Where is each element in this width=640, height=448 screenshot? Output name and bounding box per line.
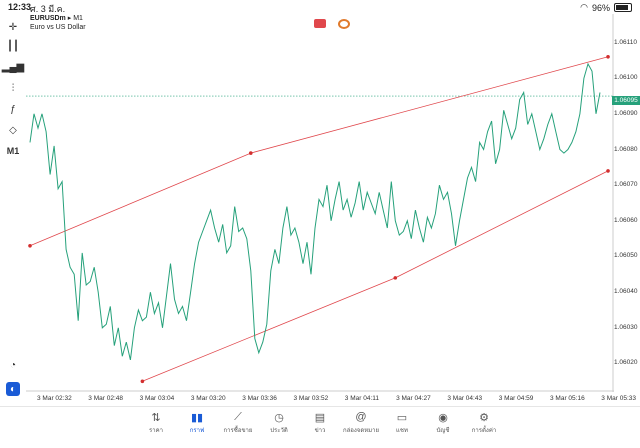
channel-anchor-point[interactable] [393,276,398,280]
tab-trade[interactable]: ⟋ การซื้อขาย [218,409,258,435]
broker-logo-icon[interactable]: ◐ [6,382,20,396]
account-icon: ◉ [438,411,448,424]
time-axis-label: 3 Mar 04:27 [396,395,431,402]
time-axis-label: 3 Mar 02:48 [88,395,123,402]
time-axis-label: 3 Mar 04:43 [447,395,483,402]
price-axis-label: 1.06020 [614,359,638,367]
tab-label: ประวัติ [270,428,288,434]
objects-icon[interactable]: ⫶ [6,81,20,95]
price-axis-label: 1.06060 [614,216,638,224]
tab-label: บัญชี [436,428,450,434]
time-axis-label: 3 Mar 04:59 [498,395,534,402]
price-axis-label: 1.06100 [614,74,638,82]
tab-history[interactable]: ◷ ประวัติ [259,409,299,435]
price-axis-label: 1.06090 [614,109,638,117]
price-chart[interactable] [26,14,614,392]
wifi-icon: ◠ [580,2,588,12]
tab-label: กราฟ [189,428,205,434]
sort-icon: ⇅ [151,411,161,424]
shapes-icon[interactable]: ◇ [6,123,20,137]
status-right: ◠ 96% [580,2,632,13]
channel-anchor-point[interactable] [28,243,32,248]
time-axis-label: 3 Mar 04:11 [344,395,380,402]
price-axis-label: 1.06050 [614,252,638,260]
price-axis-label: 1.06040 [614,288,638,296]
price-series-line [29,62,601,361]
tab-label: กล่องจดหมาย [342,428,380,434]
crosshair-icon[interactable]: ✛ [6,20,20,34]
current-price-label: 1.06095 [612,96,640,105]
news-icon: ▤ [314,411,326,424]
time-axis-label: 3 Mar 02:32 [37,395,72,402]
tab-label: แชท [396,428,408,434]
chart-type-icon[interactable]: ┃┃ [6,39,20,53]
tab-sort[interactable]: ⇅ ราคา [136,409,176,435]
function-icon[interactable]: ƒ [6,102,20,116]
tab-label: ราคา [149,428,163,434]
channel-anchor-point[interactable] [140,379,145,384]
candles-icon: ▮▮ [190,411,204,424]
battery-percent: 96% [591,2,610,13]
tab-label: ข่าว [314,428,326,434]
tab-chat[interactable]: ▭ แชท [382,409,422,435]
history-icon: ◷ [274,411,284,424]
tab-settings[interactable]: ⚙ การตั้งค่า [464,409,504,435]
tab-mail[interactable]: @ กล่องจดหมาย [341,409,381,435]
tab-candles[interactable]: ▮▮ กราฟ [177,409,217,435]
time-axis-label: 3 Mar 03:52 [293,395,329,402]
price-axis-label: 1.06110 [614,38,638,46]
price-axis-label: 1.06070 [614,181,638,189]
time-axis-label: 3 Mar 05:16 [550,395,585,402]
status-bar: 12:33 ศ. 3 มี.ค. ◠ 96% [0,0,640,14]
time-axis-label: 3 Mar 03:36 [242,395,277,402]
channel-anchor-point[interactable] [606,54,610,59]
channel-upper-line[interactable] [29,56,609,247]
status-time: 12:33 [8,2,32,12]
channel-lower-line[interactable] [142,170,609,382]
trade-icon: ⟋ [234,410,242,423]
channel-anchor-point[interactable] [606,169,610,173]
channel-anchor-point[interactable] [248,151,253,155]
mail-icon: @ [355,411,367,423]
tab-news[interactable]: ▤ ข่าว [300,409,340,435]
tab-account[interactable]: ◉ บัญชี [423,409,463,435]
settings-icon: ⚙ [479,411,489,424]
chart-toolbar: ✛ ┃┃ ▂▄▆ ⫶ ƒ ◇ M1 ◔ ◐ [0,14,26,406]
chat-icon: ▭ [396,411,408,424]
time-axis-label: 3 Mar 05:33 [601,395,636,402]
speedometer-icon[interactable]: ◔ [6,358,20,372]
bottom-tab-bar: ⇅ ราคา ▮▮ กราฟ ⟋ การซื้อขาย ◷ ประวัติ ▤ ข่าว @ กล่อ… [0,406,640,448]
tab-label: การซื้อขาย [223,428,253,434]
price-axis-label: 1.06080 [614,145,638,153]
price-axis-label: 1.06030 [614,323,638,331]
channel-anchor-points [28,54,610,384]
tab-label: การตั้งค่า [471,428,497,434]
battery-icon [614,3,632,12]
time-axis-label: 3 Mar 03:20 [190,395,226,402]
timeframe-button[interactable]: M1 [6,144,20,158]
indicators-icon[interactable]: ▂▄▆ [2,60,24,74]
time-axis-label: 3 Mar 03:04 [139,395,175,402]
